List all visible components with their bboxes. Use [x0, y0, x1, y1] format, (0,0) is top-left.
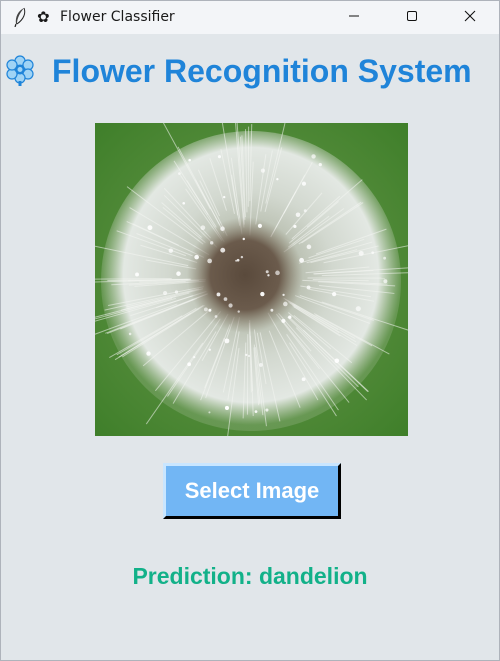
- feather-icon: [12, 7, 28, 28]
- maximize-icon: [406, 10, 418, 26]
- flower-image-preview: [95, 123, 408, 436]
- minimize-icon: [348, 10, 360, 26]
- close-icon: [464, 10, 476, 26]
- window-title: Flower Classifier: [60, 9, 175, 25]
- prediction-label: Prediction: dandelion: [132, 563, 368, 589]
- page-title: Flower Recognition System: [52, 53, 472, 89]
- select-image-button[interactable]: Select Image: [163, 463, 341, 519]
- flower-icon: [4, 54, 36, 86]
- header: Flower Recognition System: [1, 49, 499, 93]
- app-window: ✿ Flower Classifier Flower Recognition S…: [0, 0, 500, 661]
- maximize-button[interactable]: [389, 1, 435, 34]
- close-button[interactable]: [447, 1, 493, 34]
- minimize-button[interactable]: [331, 1, 377, 34]
- title-bar[interactable]: ✿ Flower Classifier: [1, 1, 499, 34]
- flower-title-icon: ✿: [37, 8, 50, 26]
